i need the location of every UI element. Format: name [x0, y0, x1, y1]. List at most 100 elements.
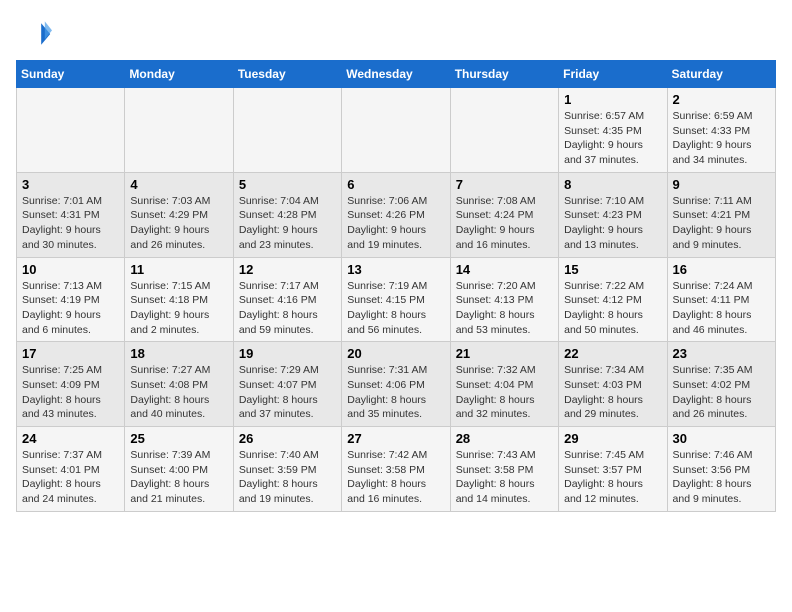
calendar-cell: 29 Sunrise: 7:45 AM Sunset: 3:57 PM Dayli… — [559, 427, 667, 512]
calendar-cell — [342, 88, 450, 173]
day-number: 21 — [456, 346, 553, 361]
logo — [16, 16, 56, 52]
calendar-cell: 19 Sunrise: 7:29 AM Sunset: 4:07 PM Dayli… — [233, 342, 341, 427]
day-info: Sunrise: 7:32 AM Sunset: 4:04 PM Dayligh… — [456, 363, 553, 422]
calendar-cell: 23 Sunrise: 7:35 AM Sunset: 4:02 PM Dayli… — [667, 342, 775, 427]
calendar-cell: 7 Sunrise: 7:08 AM Sunset: 4:24 PM Daylig… — [450, 172, 558, 257]
calendar-cell: 18 Sunrise: 7:27 AM Sunset: 4:08 PM Dayli… — [125, 342, 233, 427]
day-info: Sunrise: 7:39 AM Sunset: 4:00 PM Dayligh… — [130, 448, 227, 507]
day-info: Sunrise: 7:13 AM Sunset: 4:19 PM Dayligh… — [22, 279, 119, 338]
header-friday: Friday — [559, 61, 667, 88]
header-wednesday: Wednesday — [342, 61, 450, 88]
calendar-cell: 14 Sunrise: 7:20 AM Sunset: 4:13 PM Dayli… — [450, 257, 558, 342]
day-info: Sunrise: 7:20 AM Sunset: 4:13 PM Dayligh… — [456, 279, 553, 338]
day-number: 13 — [347, 262, 444, 277]
day-number: 8 — [564, 177, 661, 192]
day-number: 5 — [239, 177, 336, 192]
header-monday: Monday — [125, 61, 233, 88]
day-info: Sunrise: 7:22 AM Sunset: 4:12 PM Dayligh… — [564, 279, 661, 338]
calendar-cell: 21 Sunrise: 7:32 AM Sunset: 4:04 PM Dayli… — [450, 342, 558, 427]
day-info: Sunrise: 7:40 AM Sunset: 3:59 PM Dayligh… — [239, 448, 336, 507]
calendar-cell: 30 Sunrise: 7:46 AM Sunset: 3:56 PM Dayli… — [667, 427, 775, 512]
day-info: Sunrise: 7:15 AM Sunset: 4:18 PM Dayligh… — [130, 279, 227, 338]
day-number: 10 — [22, 262, 119, 277]
calendar-cell: 2 Sunrise: 6:59 AM Sunset: 4:33 PM Daylig… — [667, 88, 775, 173]
calendar-cell: 15 Sunrise: 7:22 AM Sunset: 4:12 PM Dayli… — [559, 257, 667, 342]
calendar-cell: 28 Sunrise: 7:43 AM Sunset: 3:58 PM Dayli… — [450, 427, 558, 512]
day-number: 25 — [130, 431, 227, 446]
day-info: Sunrise: 7:43 AM Sunset: 3:58 PM Dayligh… — [456, 448, 553, 507]
calendar-body: 1 Sunrise: 6:57 AM Sunset: 4:35 PM Daylig… — [17, 88, 776, 512]
calendar-cell: 11Sunrise: 7:15 AM Sunset: 4:18 PM Dayli… — [125, 257, 233, 342]
header-thursday: Thursday — [450, 61, 558, 88]
day-number: 24 — [22, 431, 119, 446]
day-number: 19 — [239, 346, 336, 361]
calendar-cell: 25 Sunrise: 7:39 AM Sunset: 4:00 PM Dayli… — [125, 427, 233, 512]
calendar-cell — [125, 88, 233, 173]
calendar-table: SundayMondayTuesdayWednesdayThursdayFrid… — [16, 60, 776, 512]
calendar-cell: 6Sunrise: 7:06 AM Sunset: 4:26 PM Daylig… — [342, 172, 450, 257]
day-info: Sunrise: 7:04 AM Sunset: 4:28 PM Dayligh… — [239, 194, 336, 253]
day-info: Sunrise: 7:06 AM Sunset: 4:26 PM Dayligh… — [347, 194, 444, 253]
day-info: Sunrise: 7:19 AM Sunset: 4:15 PM Dayligh… — [347, 279, 444, 338]
calendar-week-0: 1 Sunrise: 6:57 AM Sunset: 4:35 PM Daylig… — [17, 88, 776, 173]
day-number: 7 — [456, 177, 553, 192]
day-info: Sunrise: 7:35 AM Sunset: 4:02 PM Dayligh… — [673, 363, 770, 422]
day-number: 29 — [564, 431, 661, 446]
day-info: Sunrise: 7:45 AM Sunset: 3:57 PM Dayligh… — [564, 448, 661, 507]
day-number: 27 — [347, 431, 444, 446]
day-info: Sunrise: 7:31 AM Sunset: 4:06 PM Dayligh… — [347, 363, 444, 422]
calendar-cell: 10 Sunrise: 7:13 AM Sunset: 4:19 PM Dayli… — [17, 257, 125, 342]
day-info: Sunrise: 7:03 AM Sunset: 4:29 PM Dayligh… — [130, 194, 227, 253]
day-number: 30 — [673, 431, 770, 446]
day-info: Sunrise: 7:29 AM Sunset: 4:07 PM Dayligh… — [239, 363, 336, 422]
day-info: Sunrise: 7:42 AM Sunset: 3:58 PM Dayligh… — [347, 448, 444, 507]
day-info: Sunrise: 7:46 AM Sunset: 3:56 PM Dayligh… — [673, 448, 770, 507]
day-number: 15 — [564, 262, 661, 277]
day-info: Sunrise: 7:37 AM Sunset: 4:01 PM Dayligh… — [22, 448, 119, 507]
calendar-cell: 22 Sunrise: 7:34 AM Sunset: 4:03 PM Dayli… — [559, 342, 667, 427]
calendar-cell: 24 Sunrise: 7:37 AM Sunset: 4:01 PM Dayli… — [17, 427, 125, 512]
calendar-cell: 27 Sunrise: 7:42 AM Sunset: 3:58 PM Dayli… — [342, 427, 450, 512]
calendar-cell: 13 Sunrise: 7:19 AM Sunset: 4:15 PM Dayli… — [342, 257, 450, 342]
day-info: Sunrise: 7:34 AM Sunset: 4:03 PM Dayligh… — [564, 363, 661, 422]
calendar-cell: 12Sunrise: 7:17 AM Sunset: 4:16 PM Dayli… — [233, 257, 341, 342]
header — [16, 16, 776, 52]
calendar-cell: 20Sunrise: 7:31 AM Sunset: 4:06 PM Dayli… — [342, 342, 450, 427]
day-number: 3 — [22, 177, 119, 192]
day-info: Sunrise: 7:01 AM Sunset: 4:31 PM Dayligh… — [22, 194, 119, 253]
calendar-cell: 9Sunrise: 7:11 AM Sunset: 4:21 PM Daylig… — [667, 172, 775, 257]
calendar-week-3: 17Sunrise: 7:25 AM Sunset: 4:09 PM Dayli… — [17, 342, 776, 427]
calendar-cell: 1 Sunrise: 6:57 AM Sunset: 4:35 PM Daylig… — [559, 88, 667, 173]
calendar-week-4: 24 Sunrise: 7:37 AM Sunset: 4:01 PM Dayli… — [17, 427, 776, 512]
day-number: 22 — [564, 346, 661, 361]
day-info: Sunrise: 6:59 AM Sunset: 4:33 PM Dayligh… — [673, 109, 770, 168]
day-info: Sunrise: 7:27 AM Sunset: 4:08 PM Dayligh… — [130, 363, 227, 422]
day-info: Sunrise: 6:57 AM Sunset: 4:35 PM Dayligh… — [564, 109, 661, 168]
day-number: 2 — [673, 92, 770, 107]
day-number: 23 — [673, 346, 770, 361]
calendar-cell: 3 Sunrise: 7:01 AM Sunset: 4:31 PM Daylig… — [17, 172, 125, 257]
day-info: Sunrise: 7:10 AM Sunset: 4:23 PM Dayligh… — [564, 194, 661, 253]
header-row: SundayMondayTuesdayWednesdayThursdayFrid… — [17, 61, 776, 88]
calendar-cell — [17, 88, 125, 173]
header-tuesday: Tuesday — [233, 61, 341, 88]
day-info: Sunrise: 7:08 AM Sunset: 4:24 PM Dayligh… — [456, 194, 553, 253]
calendar-cell: 26 Sunrise: 7:40 AM Sunset: 3:59 PM Dayli… — [233, 427, 341, 512]
day-info: Sunrise: 7:24 AM Sunset: 4:11 PM Dayligh… — [673, 279, 770, 338]
header-saturday: Saturday — [667, 61, 775, 88]
logo-icon — [16, 16, 52, 52]
day-number: 18 — [130, 346, 227, 361]
day-number: 26 — [239, 431, 336, 446]
day-info: Sunrise: 7:25 AM Sunset: 4:09 PM Dayligh… — [22, 363, 119, 422]
calendar-cell — [233, 88, 341, 173]
calendar-cell: 4 Sunrise: 7:03 AM Sunset: 4:29 PM Daylig… — [125, 172, 233, 257]
day-number: 9 — [673, 177, 770, 192]
day-number: 1 — [564, 92, 661, 107]
day-number: 16 — [673, 262, 770, 277]
calendar-cell — [450, 88, 558, 173]
day-number: 4 — [130, 177, 227, 192]
day-number: 28 — [456, 431, 553, 446]
calendar-header: SundayMondayTuesdayWednesdayThursdayFrid… — [17, 61, 776, 88]
day-number: 14 — [456, 262, 553, 277]
